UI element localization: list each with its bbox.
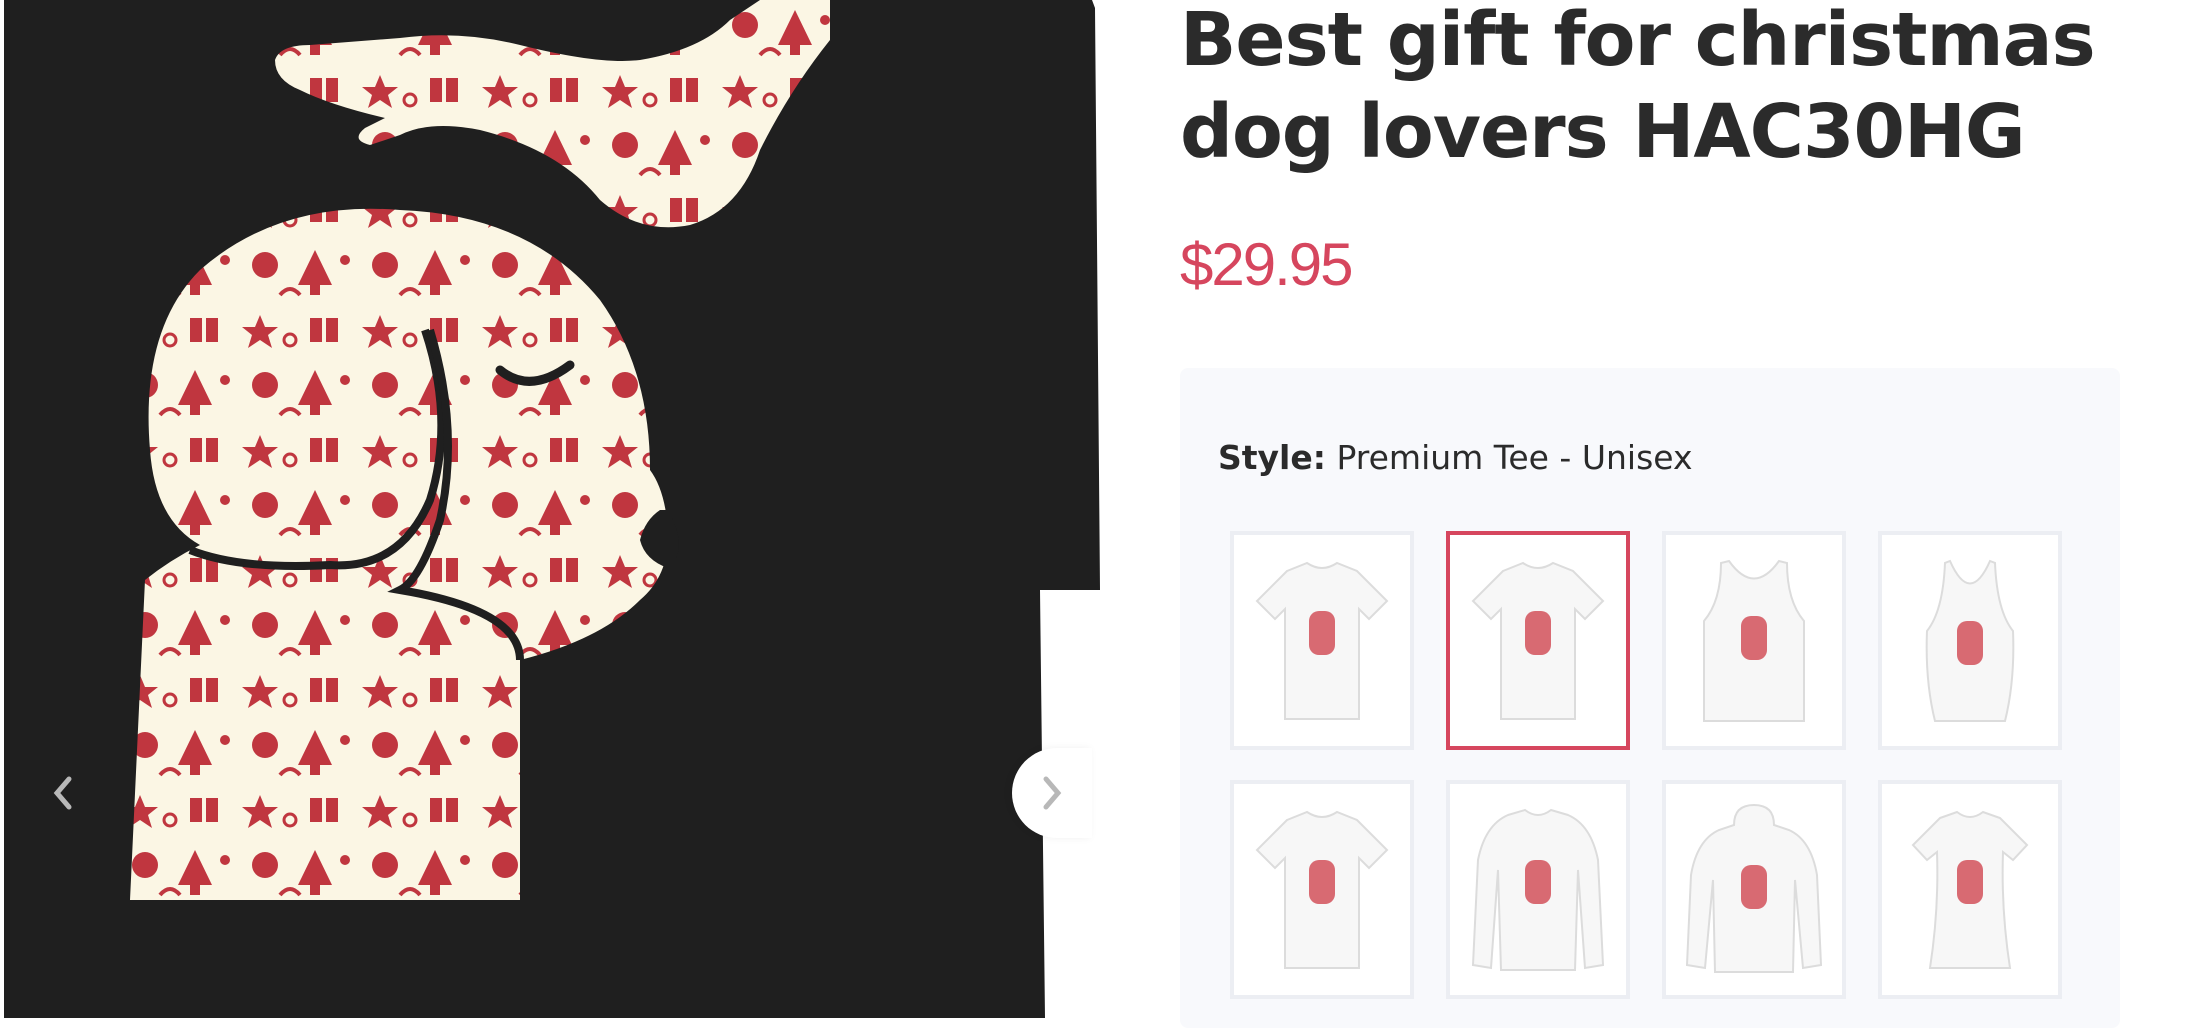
gallery-next-button[interactable] (1012, 748, 1092, 838)
style-option-youth-tee[interactable] (1230, 780, 1414, 999)
style-selector-label: Style: Premium Tee - Unisex (1218, 438, 1693, 477)
tank-top-thumbnail-icon (1703, 559, 1805, 722)
tee-thumbnail-icon (1255, 561, 1389, 720)
product-image-gallery[interactable] (0, 0, 1100, 1018)
style-option-tank-top[interactable] (1662, 531, 1846, 750)
long-sleeve-thumbnail-icon (1471, 808, 1605, 971)
product-main-image (0, 0, 1100, 1018)
premium-tee-thumbnail-icon (1471, 561, 1605, 720)
product-price: $29.95 (1180, 231, 1354, 298)
racerback-tank-thumbnail-icon (1925, 559, 2015, 722)
hoodie-thumbnail-icon (1685, 803, 1823, 973)
chevron-left-icon (53, 776, 72, 810)
youth-tee-thumbnail-icon (1255, 810, 1389, 969)
chevron-right-icon (1043, 776, 1062, 810)
selected-style-value: Premium Tee - Unisex (1336, 438, 1693, 477)
product-title: Best gift for christmas dog lovers HAC30… (1180, 0, 2096, 175)
style-option-premium-tee[interactable] (1446, 531, 1630, 750)
style-option-long-sleeve[interactable] (1446, 780, 1630, 999)
style-option-tee[interactable] (1230, 531, 1414, 750)
style-option-racerback-tank[interactable] (1878, 531, 2062, 750)
gallery-prev-button[interactable] (28, 748, 98, 838)
style-option-hoodie[interactable] (1662, 780, 1846, 999)
style-options-panel: Style: Premium Tee - Unisex (1180, 368, 2120, 1028)
style-option-ladies-tee[interactable] (1878, 780, 2062, 999)
style-label: Style: (1218, 438, 1326, 477)
ladies-tee-thumbnail-icon (1911, 810, 2029, 969)
